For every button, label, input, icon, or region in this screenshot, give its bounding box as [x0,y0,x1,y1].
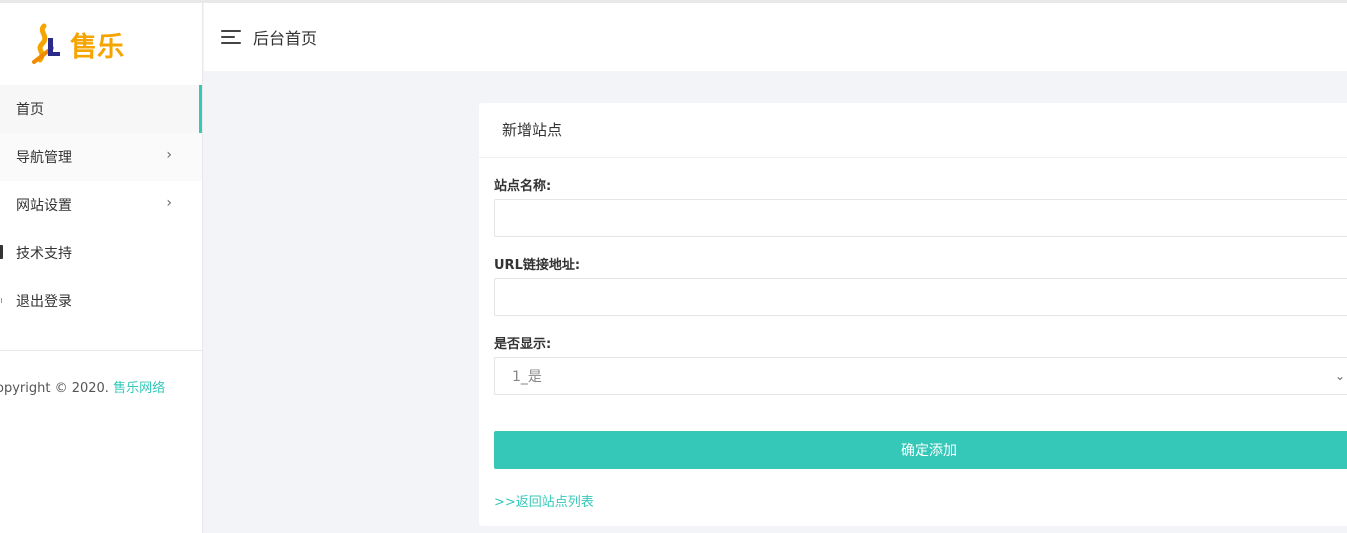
back-to-site-list-link[interactable]: >>返回站点列表 [494,491,594,510]
display-label: 是否显示: [494,337,552,352]
page-title: 后台首页 [253,29,318,48]
site-name-input[interactable] [494,199,1347,237]
card-title: 新增站点 [479,103,1347,158]
chevron-right-icon: › [166,147,172,163]
logout-icon [0,298,2,303]
logo[interactable]: 售乐 [0,3,202,85]
display-select-value: 1_是 [512,369,542,385]
sl-logo-icon: 售乐 [32,23,124,64]
confirm-add-button[interactable]: 确定添加 [494,431,1347,469]
add-site-card: 新增站点 站点名称: URL链接地址: 是否显示: 1_是 ⌄ 确定添加 >>返… [479,103,1347,526]
sidebar-item-label: 导航管理 [16,150,72,166]
chevron-right-icon: › [166,195,172,211]
copyright-text: opyright © 2020. [0,381,109,396]
copyright-link[interactable]: 售乐网络 [113,381,165,396]
hamburger-icon[interactable] [221,29,241,45]
top-header: 后台首页 [204,3,1347,71]
sidebar: 售乐 首页 导航管理 › 网站设置 › 技术支持 退出登录 opyright ©… [0,3,203,533]
sidebar-item-label: 首页 [16,102,44,118]
support-icon [0,245,3,259]
sidebar-item-label: 技术支持 [16,246,72,262]
copyright: opyright © 2020. 售乐网络 [0,377,165,396]
sidebar-item-label: 网站设置 [16,198,72,214]
url-label: URL链接地址: [494,258,581,273]
display-select[interactable]: 1_是 ⌄ [494,357,1347,395]
sidebar-item-label: 退出登录 [16,294,72,310]
url-input[interactable] [494,278,1347,316]
sidebar-item-logout[interactable]: 退出登录 [0,277,202,325]
site-name-label: 站点名称: [494,179,552,194]
sidebar-item-tech-support[interactable]: 技术支持 [0,229,202,277]
chevron-down-icon: ⌄ [1334,369,1345,383]
sidebar-item-nav-management[interactable]: 导航管理 › [0,133,202,181]
sidebar-divider [0,350,202,351]
logo-text: 售乐 [70,31,124,63]
sidebar-item-site-settings[interactable]: 网站设置 › [0,181,202,229]
sidebar-item-home[interactable]: 首页 [0,85,202,133]
